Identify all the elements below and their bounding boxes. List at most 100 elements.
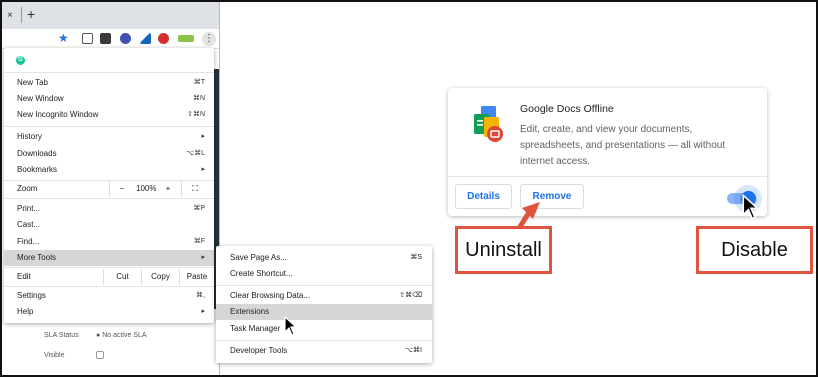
menu-item-label: New Incognito Window [17,110,99,119]
menu-divider [4,72,214,73]
red-extension-icon[interactable] [158,33,169,44]
menu-item-label: Help [17,307,34,316]
extension-description: Edit, create, and view your documents, s… [520,124,726,167]
submenu-item-label: Clear Browsing Data... [230,291,311,300]
menu-item-label: Settings [17,291,46,300]
menu-item-downloads[interactable]: Downloads ⌥⌘L [4,146,214,162]
copy-button[interactable]: Copy [141,269,179,285]
fullscreen-icon[interactable]: ⛶ [184,181,206,197]
menu-item-label: New Window [17,94,64,103]
menu-item-zoom: Zoom − 100% + ⛶ [4,181,214,197]
submenu-item-shortcut: ⌘S [410,254,422,261]
cut-button[interactable]: Cut [103,269,141,285]
zoom-label: Zoom [17,184,38,193]
menu-item-help[interactable]: Help ▸ [4,304,214,320]
sla-status-text: No active SLA [102,332,147,339]
tab-close-icon[interactable]: × [7,10,13,21]
extension-card: Google Docs Offline Edit, create, and vi… [448,88,767,216]
grammarly-icon[interactable]: G [16,56,25,65]
menu-item-history[interactable]: History ▸ [4,129,214,145]
menu-item-label: Find... [17,237,40,246]
submenu-item-label: Create Shortcut... [230,269,293,278]
details-button[interactable]: Details [455,184,512,209]
paste-button[interactable]: Paste [179,269,214,285]
bookmark-star-icon[interactable]: ★ [58,31,69,45]
submenu-item-task-manager[interactable]: Task Manager [216,321,432,337]
chevron-right-icon: ▸ [201,133,205,140]
submenu-divider [216,285,432,286]
menu-item-shortcut: ⌘F [193,238,205,245]
green-extension-icon[interactable] [178,35,194,42]
menu-item-new-tab[interactable]: New Tab ⌘T [4,75,214,91]
zoom-out-button[interactable]: − [111,181,133,197]
menu-item-label: History [17,132,42,141]
chrome-menu-icon[interactable]: ⋮ [202,32,216,46]
menu-item-label: Cast... [17,220,41,229]
menu-item-label: Downloads [17,149,57,158]
menu-item-more-tools[interactable]: More Tools ▸ [4,250,214,266]
menu-item-shortcut: ⇧⌘N [187,111,205,118]
menu-item-print[interactable]: Print... ⌘P [4,201,214,217]
menu-divider [4,286,214,287]
submenu-item-create-shortcut[interactable]: Create Shortcut... [216,266,432,282]
menu-item-find[interactable]: Find... ⌘F [4,234,214,250]
menu-divider [4,126,214,127]
menu-item-shortcut: ⌘N [192,95,205,102]
chrome-menu: G New Tab ⌘T New Window ⌘N New Incognito W… [4,48,214,323]
submenu-divider [216,340,432,341]
new-tab-button[interactable]: + [27,6,35,22]
tab-separator [21,7,22,23]
chevron-right-icon: ▸ [201,166,205,173]
calendar-extension-icon[interactable] [100,33,111,44]
menu-item-cast[interactable]: Cast... [4,217,214,233]
menu-item-shortcut: ⌘P [193,205,205,212]
submenu-item-save-page-as[interactable]: Save Page As... ⌘S [216,250,432,266]
menu-item-new-window[interactable]: New Window ⌘N [4,91,214,107]
menu-item-new-incognito-window[interactable]: New Incognito Window ⇧⌘N [4,107,214,123]
disable-callout: Disable [696,226,813,274]
tab-strip: × + [2,2,219,29]
uninstall-callout: Uninstall [455,226,552,274]
mouse-pointer-icon [284,316,298,336]
zoom-in-button[interactable]: + [157,181,179,197]
menu-divider [4,198,214,199]
menu-item-bookmarks[interactable]: Bookmarks ▸ [4,162,214,178]
submenu-item-developer-tools[interactable]: Developer Tools ⌥⌘I [216,343,432,359]
menu-divider [4,267,214,268]
screenshot-extension-icon[interactable] [82,33,93,44]
chevron-right-icon: ▸ [201,308,205,315]
sla-status-value: ● No active SLA [96,332,147,339]
submenu-item-label: Extensions [230,307,270,316]
zoom-divider [181,181,182,197]
blue-extension-icon[interactable] [120,33,131,44]
menu-item-edit: Edit Cut Copy Paste [4,269,214,285]
submenu-item-label: Task Manager [230,324,281,333]
sla-status-label: SLA Status [44,332,79,339]
menu-item-label: Bookmarks [17,165,58,174]
chevron-right-icon: ▸ [201,254,205,261]
menu-item-label: Print... [17,204,41,213]
submenu-item-shortcut: ⇧⌘⌫ [399,292,422,299]
mouse-pointer-icon [742,194,760,220]
menu-item-label: More Tools [17,253,56,262]
visible-label: Visible [44,352,65,359]
submenu-item-extensions[interactable]: Extensions [216,304,432,320]
google-docs-offline-logo [474,106,503,142]
menu-item-shortcut: ⌘T [193,79,205,86]
submenu-item-shortcut: ⌥⌘I [404,347,422,354]
browser-toolbar: ★ ⋮ [2,29,219,49]
submenu-item-clear-browsing-data[interactable]: Clear Browsing Data... ⇧⌘⌫ [216,288,432,304]
menu-item-label: New Tab [17,78,48,87]
menu-item-settings[interactable]: Settings ⌘, [4,288,214,304]
menu-item-shortcut: ⌘, [196,292,205,299]
card-divider [448,176,767,177]
more-tools-submenu: Save Page As... ⌘S Create Shortcut... Cle… [216,246,432,363]
pen-extension-icon[interactable] [140,33,151,44]
menu-item-shortcut: ⌥⌘L [186,150,205,157]
zoom-level: 100% [136,184,157,193]
edit-label: Edit [17,272,31,281]
submenu-item-label: Developer Tools [230,346,288,355]
zoom-divider [109,181,110,197]
extension-name: Google Docs Offline [520,103,614,115]
visible-checkbox[interactable] [96,351,104,359]
